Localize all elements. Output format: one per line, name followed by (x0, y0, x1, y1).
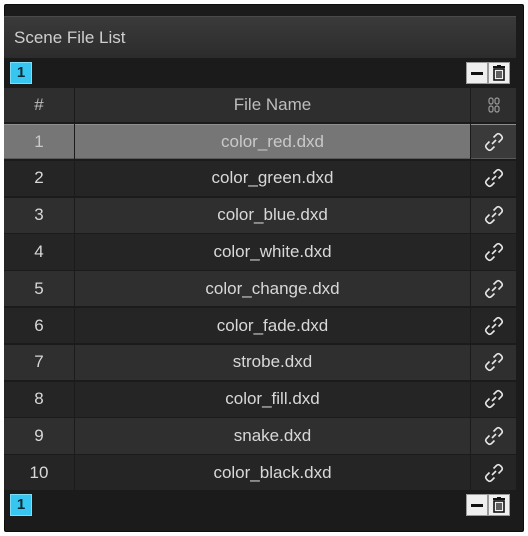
table-row[interactable]: 10 color_black.dxd (4, 455, 516, 491)
column-header-number[interactable]: # (4, 88, 74, 122)
link-icon[interactable] (471, 124, 516, 160)
link-icon[interactable] (471, 271, 516, 307)
row-number: 10 (4, 455, 74, 491)
row-number: 2 (4, 160, 74, 197)
scene-file-table: # File Name 1 color_red.dxd 2 color_green.d… (4, 88, 516, 491)
minus-icon (471, 504, 483, 507)
row-file-name: snake.dxd (75, 418, 470, 454)
link-icon[interactable] (471, 381, 516, 417)
link-icon[interactable] (471, 418, 516, 454)
table-row[interactable]: 4 color_white.dxd (4, 234, 516, 270)
top-toolbar: 1 (4, 58, 516, 88)
row-number: 8 (4, 381, 74, 417)
trash-icon (493, 65, 505, 81)
table-row[interactable]: 7 strobe.dxd (4, 344, 516, 381)
bottom-toolbar: 1 (4, 490, 516, 520)
table-row[interactable]: 5 color_change.dxd (4, 271, 516, 307)
link-icon[interactable] (471, 234, 516, 270)
table-row[interactable]: 3 color_blue.dxd (4, 197, 516, 233)
row-file-name: color_red.dxd (75, 124, 470, 160)
row-number: 6 (4, 308, 74, 344)
table-header-row: # File Name (4, 88, 516, 122)
page-number-badge-bottom[interactable]: 1 (10, 494, 32, 516)
delete-all-button-top[interactable] (488, 62, 510, 84)
link-icon[interactable] (471, 455, 516, 491)
row-file-name: color_change.dxd (75, 271, 470, 307)
row-file-name: color_blue.dxd (75, 197, 470, 233)
column-header-file-name[interactable]: File Name (75, 88, 470, 122)
table-row[interactable]: 2 color_green.dxd (4, 160, 516, 197)
table-row[interactable]: 6 color_fade.dxd (4, 308, 516, 344)
link-icon[interactable] (471, 197, 516, 233)
row-number: 4 (4, 234, 74, 270)
row-number: 3 (4, 197, 74, 233)
row-number: 9 (4, 418, 74, 454)
minus-icon (471, 72, 483, 75)
trash-icon (493, 497, 505, 513)
remove-button-top[interactable] (466, 62, 488, 84)
row-file-name: color_fill.dxd (75, 381, 470, 417)
page-number-badge-top[interactable]: 1 (10, 62, 32, 84)
row-file-name: color_black.dxd (75, 455, 470, 491)
remove-button-bottom[interactable] (466, 494, 488, 516)
table-row[interactable]: 8 color_fill.dxd (4, 381, 516, 417)
panel-title: Scene File List (4, 16, 516, 58)
column-header-link[interactable] (471, 88, 516, 122)
row-file-name: color_fade.dxd (75, 308, 470, 344)
row-file-name: color_white.dxd (75, 234, 470, 270)
link-icon[interactable] (471, 344, 516, 381)
chain-icon (487, 97, 500, 113)
row-number: 5 (4, 271, 74, 307)
row-number: 1 (4, 124, 74, 160)
delete-all-button-bottom[interactable] (488, 494, 510, 516)
link-icon[interactable] (471, 160, 516, 197)
row-file-name: color_green.dxd (75, 160, 470, 197)
row-number: 7 (4, 344, 74, 381)
row-file-name: strobe.dxd (75, 344, 470, 381)
table-row[interactable]: 1 color_red.dxd (4, 124, 516, 160)
link-icon[interactable] (471, 308, 516, 344)
table-row[interactable]: 9 snake.dxd (4, 418, 516, 454)
